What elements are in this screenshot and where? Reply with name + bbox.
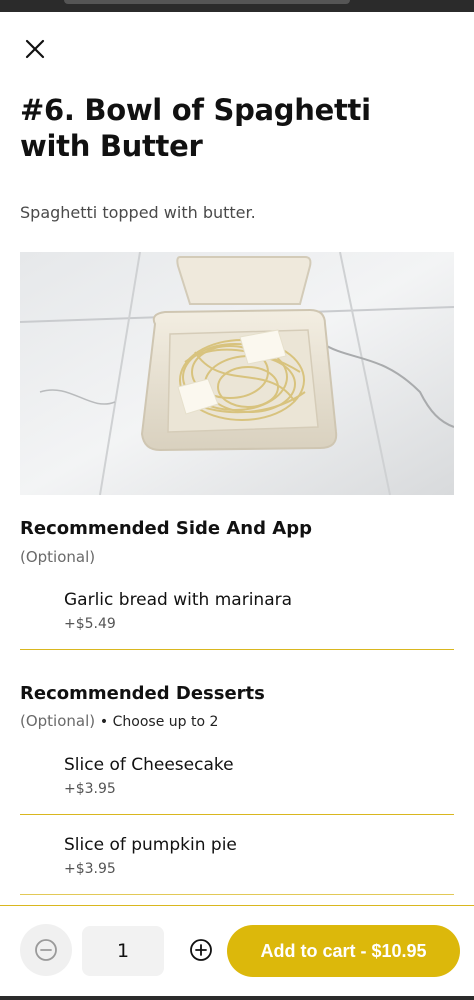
item-title: #6. Bowl of Spaghetti with Butter	[20, 93, 371, 163]
choose-limit-label: • Choose up to 2	[99, 714, 219, 730]
decrease-quantity-button[interactable]	[20, 924, 72, 976]
optional-label: (Optional)	[20, 712, 96, 730]
status-bar-notch	[64, 0, 350, 4]
spaghetti-bowl-photo	[20, 252, 454, 495]
add-to-cart-button[interactable]: Add to cart - $10.95	[227, 925, 460, 977]
plus-circle-icon	[190, 939, 212, 961]
section-optional-desserts: (Optional) • Choose up to 2	[20, 712, 218, 730]
option-price: +$3.95	[64, 781, 116, 797]
minus-circle-icon	[35, 939, 57, 961]
option-pumpkin-pie[interactable]: Slice of pumpkin pie +$3.95	[20, 823, 454, 895]
optional-label: (Optional)	[20, 548, 96, 566]
option-price: +$5.49	[64, 616, 116, 632]
option-cheesecake[interactable]: Slice of Cheesecake +$3.95	[20, 743, 454, 815]
nav-bar	[0, 996, 474, 1000]
close-icon	[25, 39, 45, 59]
section-title-desserts: Recommended Desserts	[20, 683, 265, 704]
option-name: Garlic bread with marinara	[64, 590, 293, 610]
item-photo	[20, 252, 454, 495]
item-description: Spaghetti topped with butter.	[20, 203, 256, 222]
status-bar	[0, 0, 474, 12]
increase-quantity-button[interactable]	[181, 930, 221, 970]
close-button[interactable]	[20, 34, 50, 64]
option-name: Slice of Cheesecake	[64, 755, 234, 775]
option-price: +$3.95	[64, 861, 116, 877]
option-name: Slice of pumpkin pie	[64, 835, 237, 855]
quantity-display: 1	[82, 926, 164, 976]
section-title-sides: Recommended Side And App	[20, 518, 312, 539]
section-optional-sides: (Optional)	[20, 548, 95, 566]
footer-shade	[0, 891, 474, 905]
option-garlic-bread[interactable]: Garlic bread with marinara +$5.49	[20, 578, 454, 650]
